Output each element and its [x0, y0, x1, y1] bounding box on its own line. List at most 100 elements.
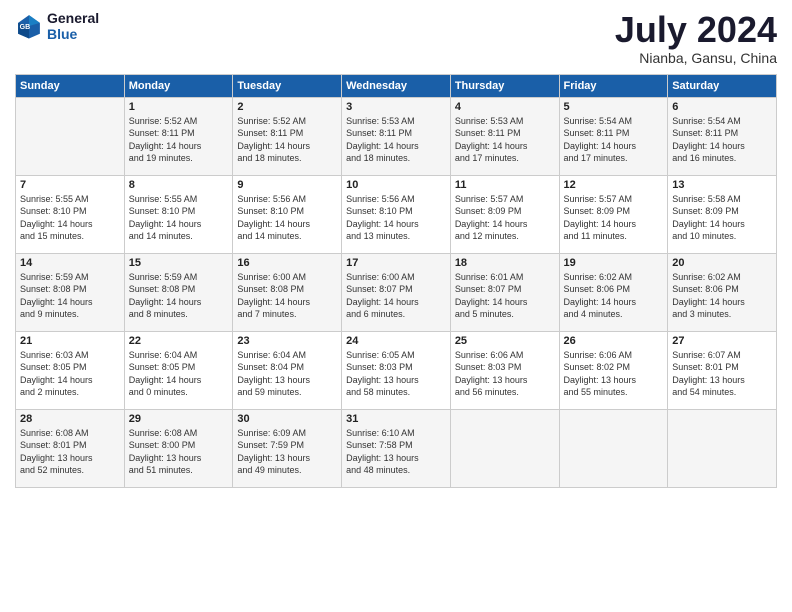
day-cell: 1Sunrise: 5:52 AM Sunset: 8:11 PM Daylig…: [124, 97, 233, 175]
day-info: Sunrise: 6:01 AM Sunset: 8:07 PM Dayligh…: [455, 271, 555, 321]
day-number: 10: [346, 179, 446, 191]
week-row-3: 14 Sunrise: 5:59 AM Sunset: 8:08 PM Dayli…: [16, 253, 777, 331]
day-number: 24: [346, 335, 446, 347]
day-info: Sunrise: 5:57 AM Sunset: 8:09 PM Dayligh…: [564, 193, 664, 243]
day-number: 31: [346, 413, 446, 425]
svg-text:GB: GB: [20, 24, 31, 31]
day-number: 18: [455, 257, 555, 269]
day-number: 3: [346, 101, 446, 113]
day-number: 8: [129, 179, 229, 191]
day-number: 9: [237, 179, 337, 191]
day-cell: 29 Sunrise: 6:08 AM Sunset: 8:00 PM Dayli…: [124, 409, 233, 487]
calendar-header: SundayMondayTuesdayWednesdayThursdayFrid…: [16, 74, 777, 97]
location-subtitle: Nianba, Gansu, China: [615, 50, 777, 66]
day-cell: 13 Sunrise: 5:58 AM Sunset: 8:09 PM Dayli…: [668, 175, 777, 253]
day-number: 30: [237, 413, 337, 425]
day-info: Sunrise: 5:59 AM Sunset: 8:08 PM Dayligh…: [20, 271, 120, 321]
day-cell: [668, 409, 777, 487]
day-cell: 8Sunrise: 5:55 AM Sunset: 8:10 PM Daylig…: [124, 175, 233, 253]
day-number: 22: [129, 335, 229, 347]
col-header-thursday: Thursday: [450, 74, 559, 97]
day-info: Sunrise: 6:08 AM Sunset: 8:00 PM Dayligh…: [129, 427, 229, 477]
day-number: 6: [672, 101, 772, 113]
title-block: July 2024 Nianba, Gansu, China: [615, 10, 777, 66]
day-info: Sunrise: 6:04 AM Sunset: 8:04 PM Dayligh…: [237, 349, 337, 399]
day-cell: 4 Sunrise: 5:53 AM Sunset: 8:11 PM Daylig…: [450, 97, 559, 175]
day-cell: 11Sunrise: 5:57 AM Sunset: 8:09 PM Dayli…: [450, 175, 559, 253]
day-cell: [559, 409, 668, 487]
day-cell: 22 Sunrise: 6:04 AM Sunset: 8:05 PM Dayli…: [124, 331, 233, 409]
day-cell: 9Sunrise: 5:56 AM Sunset: 8:10 PM Daylig…: [233, 175, 342, 253]
day-info: Sunrise: 6:05 AM Sunset: 8:03 PM Dayligh…: [346, 349, 446, 399]
day-cell: 23Sunrise: 6:04 AM Sunset: 8:04 PM Dayli…: [233, 331, 342, 409]
day-number: 27: [672, 335, 772, 347]
day-info: Sunrise: 6:03 AM Sunset: 8:05 PM Dayligh…: [20, 349, 120, 399]
logo: GB General Blue: [15, 10, 99, 42]
col-header-wednesday: Wednesday: [342, 74, 451, 97]
day-info: Sunrise: 5:58 AM Sunset: 8:09 PM Dayligh…: [672, 193, 772, 243]
day-cell: 16Sunrise: 6:00 AM Sunset: 8:08 PM Dayli…: [233, 253, 342, 331]
day-info: Sunrise: 6:04 AM Sunset: 8:05 PM Dayligh…: [129, 349, 229, 399]
day-number: 19: [564, 257, 664, 269]
day-info: Sunrise: 5:53 AM Sunset: 8:11 PM Dayligh…: [455, 115, 555, 165]
header: GB General Blue July 2024 Nianba, Gansu,…: [15, 10, 777, 66]
day-info: Sunrise: 6:02 AM Sunset: 8:06 PM Dayligh…: [564, 271, 664, 321]
day-number: 20: [672, 257, 772, 269]
day-cell: [16, 97, 125, 175]
week-row-2: 7 Sunrise: 5:55 AM Sunset: 8:10 PM Daylig…: [16, 175, 777, 253]
day-info: Sunrise: 5:55 AM Sunset: 8:10 PM Dayligh…: [20, 193, 120, 243]
day-cell: 24 Sunrise: 6:05 AM Sunset: 8:03 PM Dayli…: [342, 331, 451, 409]
col-header-sunday: Sunday: [16, 74, 125, 97]
day-cell: 5 Sunrise: 5:54 AM Sunset: 8:11 PM Daylig…: [559, 97, 668, 175]
day-info: Sunrise: 6:10 AM Sunset: 7:58 PM Dayligh…: [346, 427, 446, 477]
day-info: Sunrise: 6:00 AM Sunset: 8:07 PM Dayligh…: [346, 271, 446, 321]
day-number: 14: [20, 257, 120, 269]
day-cell: 6 Sunrise: 5:54 AM Sunset: 8:11 PM Daylig…: [668, 97, 777, 175]
day-cell: 25 Sunrise: 6:06 AM Sunset: 8:03 PM Dayli…: [450, 331, 559, 409]
day-number: 2: [237, 101, 337, 113]
day-info: Sunrise: 5:56 AM Sunset: 8:10 PM Dayligh…: [346, 193, 446, 243]
day-info: Sunrise: 5:54 AM Sunset: 8:11 PM Dayligh…: [672, 115, 772, 165]
day-info: Sunrise: 6:08 AM Sunset: 8:01 PM Dayligh…: [20, 427, 120, 477]
col-header-saturday: Saturday: [668, 74, 777, 97]
day-cell: 3Sunrise: 5:53 AM Sunset: 8:11 PM Daylig…: [342, 97, 451, 175]
day-number: 4: [455, 101, 555, 113]
day-cell: 20 Sunrise: 6:02 AM Sunset: 8:06 PM Dayli…: [668, 253, 777, 331]
day-cell: 21 Sunrise: 6:03 AM Sunset: 8:05 PM Dayli…: [16, 331, 125, 409]
day-number: 12: [564, 179, 664, 191]
week-row-5: 28 Sunrise: 6:08 AM Sunset: 8:01 PM Dayli…: [16, 409, 777, 487]
col-header-friday: Friday: [559, 74, 668, 97]
day-info: Sunrise: 6:06 AM Sunset: 8:02 PM Dayligh…: [564, 349, 664, 399]
day-info: Sunrise: 6:02 AM Sunset: 8:06 PM Dayligh…: [672, 271, 772, 321]
day-info: Sunrise: 6:09 AM Sunset: 7:59 PM Dayligh…: [237, 427, 337, 477]
logo-general: General: [47, 10, 99, 26]
day-info: Sunrise: 5:52 AM Sunset: 8:11 PM Dayligh…: [129, 115, 229, 165]
month-title: July 2024: [615, 10, 777, 50]
day-cell: 2 Sunrise: 5:52 AM Sunset: 8:11 PM Daylig…: [233, 97, 342, 175]
day-cell: 31 Sunrise: 6:10 AM Sunset: 7:58 PM Dayli…: [342, 409, 451, 487]
day-number: 21: [20, 335, 120, 347]
day-info: Sunrise: 5:54 AM Sunset: 8:11 PM Dayligh…: [564, 115, 664, 165]
day-cell: 28 Sunrise: 6:08 AM Sunset: 8:01 PM Dayli…: [16, 409, 125, 487]
week-row-1: 1Sunrise: 5:52 AM Sunset: 8:11 PM Daylig…: [16, 97, 777, 175]
day-number: 26: [564, 335, 664, 347]
day-cell: 14 Sunrise: 5:59 AM Sunset: 8:08 PM Dayli…: [16, 253, 125, 331]
day-cell: 15Sunrise: 5:59 AM Sunset: 8:08 PM Dayli…: [124, 253, 233, 331]
day-info: Sunrise: 6:06 AM Sunset: 8:03 PM Dayligh…: [455, 349, 555, 399]
day-info: Sunrise: 5:52 AM Sunset: 8:11 PM Dayligh…: [237, 115, 337, 165]
day-number: 15: [129, 257, 229, 269]
col-header-monday: Monday: [124, 74, 233, 97]
day-cell: 18 Sunrise: 6:01 AM Sunset: 8:07 PM Dayli…: [450, 253, 559, 331]
day-info: Sunrise: 6:07 AM Sunset: 8:01 PM Dayligh…: [672, 349, 772, 399]
day-number: 25: [455, 335, 555, 347]
day-number: 28: [20, 413, 120, 425]
day-number: 5: [564, 101, 664, 113]
day-number: 7: [20, 179, 120, 191]
day-number: 13: [672, 179, 772, 191]
day-cell: 10 Sunrise: 5:56 AM Sunset: 8:10 PM Dayli…: [342, 175, 451, 253]
day-number: 29: [129, 413, 229, 425]
day-cell: [450, 409, 559, 487]
day-cell: 12 Sunrise: 5:57 AM Sunset: 8:09 PM Dayli…: [559, 175, 668, 253]
week-row-4: 21 Sunrise: 6:03 AM Sunset: 8:05 PM Dayli…: [16, 331, 777, 409]
logo-icon: GB: [15, 12, 43, 40]
